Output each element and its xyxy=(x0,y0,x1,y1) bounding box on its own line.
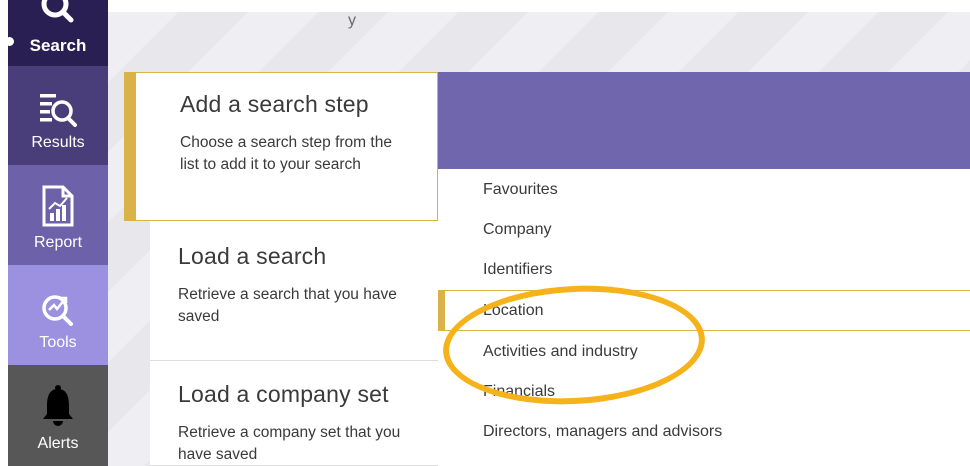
sidebar-item-label: Report xyxy=(33,234,83,251)
active-indicator xyxy=(5,37,14,46)
step-list-header xyxy=(438,72,970,169)
step-item-identifiers[interactable]: Identifiers xyxy=(438,249,970,290)
sidebar-item-label: Search xyxy=(29,36,87,55)
search-icon xyxy=(41,0,74,23)
option-title: Load a search xyxy=(178,243,327,269)
sidebar-item-report[interactable]: Report xyxy=(8,165,108,265)
sidebar-item-label: Alerts xyxy=(37,435,79,452)
step-item-activities-industry[interactable]: Activities and industry xyxy=(438,331,970,372)
sidebar-item-alerts[interactable]: Alerts xyxy=(8,365,108,466)
option-list: Add a search step Choose a search step f… xyxy=(124,72,438,466)
option-description: Retrieve a company set that you have sav… xyxy=(178,424,401,463)
step-item-financials[interactable]: Financials xyxy=(438,371,970,412)
sidebar-item-results[interactable]: Results xyxy=(8,66,108,165)
background-text: y xyxy=(348,12,356,29)
search-step-panel: Add a search step Choose a search step f… xyxy=(124,72,970,466)
option-title: Add a search step xyxy=(180,91,369,117)
option-description: Retrieve a search that you have saved xyxy=(178,286,397,325)
step-item-location[interactable]: Location xyxy=(438,290,970,331)
sidebar-item-search[interactable]: Search xyxy=(5,0,108,66)
sidebar-nav: Search Results Report Tools Alerts xyxy=(5,0,108,466)
option-title: Load a company set xyxy=(178,381,389,407)
option-load-company-set[interactable]: Load a company set Retrieve a company se… xyxy=(150,361,438,466)
results-list-icon xyxy=(40,94,77,127)
step-item-company[interactable]: Company xyxy=(438,209,970,250)
step-item-directors-managers-advisors[interactable]: Directors, managers and advisors xyxy=(438,411,970,452)
report-chart-icon xyxy=(42,185,74,227)
sidebar-item-tools[interactable]: Tools xyxy=(8,265,108,365)
sidebar-item-label: Tools xyxy=(39,334,77,351)
step-item-favourites[interactable]: Favourites xyxy=(438,169,970,210)
tools-target-icon xyxy=(42,295,73,326)
option-load-search[interactable]: Load a search Retrieve a search that you… xyxy=(150,221,438,361)
sidebar-item-label: Results xyxy=(31,134,85,151)
step-list-panel: Favourites Company Identifiers Location … xyxy=(438,72,970,466)
bell-icon xyxy=(43,385,73,426)
option-add-search-step[interactable]: Add a search step Choose a search step f… xyxy=(124,72,438,221)
top-strip xyxy=(0,0,970,12)
option-description: Choose a search step from the list to ad… xyxy=(180,134,392,173)
